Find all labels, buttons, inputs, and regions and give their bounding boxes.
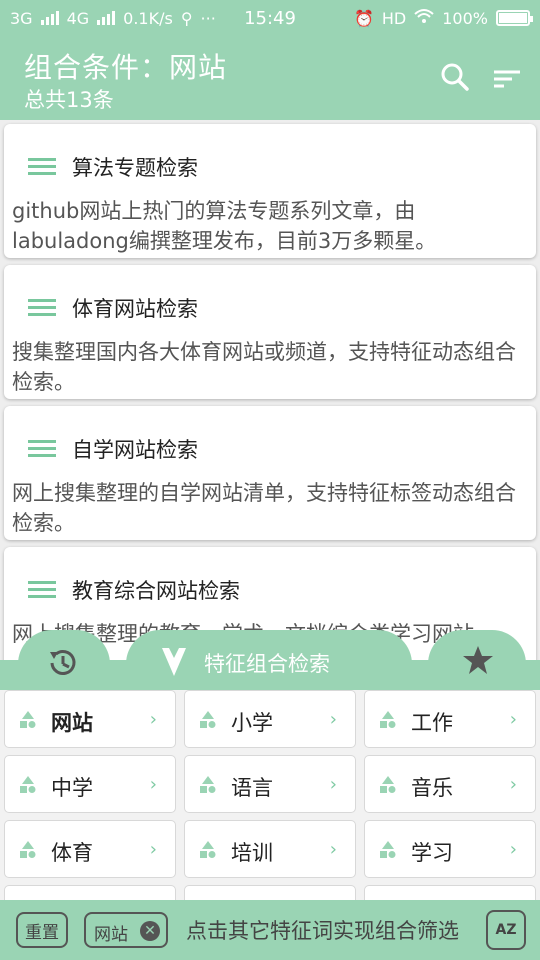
- feature-chip-label: 学习: [411, 841, 453, 865]
- signal-icon: [40, 11, 59, 25]
- category-icon: [200, 711, 216, 728]
- list-item[interactable]: 体育网站检索 搜集整理国内各大体育网站或频道，支持特征动态组合检索。: [4, 265, 536, 399]
- feature-chip-label: 网站: [51, 711, 93, 735]
- item-title: 算法专题检索: [72, 156, 198, 180]
- item-title: 体育网站检索: [72, 297, 198, 321]
- hd-label: HD: [381, 8, 407, 28]
- list-icon: [28, 299, 56, 317]
- network-3g-label: 3G: [10, 8, 33, 28]
- list-icon: [28, 440, 56, 458]
- filter-bar: 重置 网站 ✕ 点击其它特征词实现组合筛选 AZ: [0, 900, 540, 960]
- navigation-icon: [162, 648, 186, 676]
- chevron-right-icon: ›: [149, 839, 157, 860]
- feature-grid: 网站 › 小学 › 工作 › 中学 › 语言 › 音乐 › 体育 › 培训 › …: [0, 690, 540, 900]
- feature-chip-label: 音乐: [411, 776, 453, 800]
- feature-chip-label: 小学: [231, 711, 273, 735]
- category-icon: [20, 841, 36, 858]
- feature-chip[interactable]: 音乐 ›: [364, 755, 536, 813]
- result-count: 总共13条: [24, 88, 114, 112]
- star-icon: [463, 646, 493, 674]
- search-icon[interactable]: [440, 62, 470, 92]
- sort-az-button[interactable]: AZ: [486, 910, 526, 950]
- close-icon[interactable]: ✕: [140, 921, 160, 941]
- item-description: github网站上热门的算法专题系列文章，由labuladong编撰整理发布，目…: [12, 199, 437, 253]
- selected-tag-label: 网站: [94, 925, 128, 945]
- history-tab[interactable]: [18, 630, 110, 692]
- list-item[interactable]: 算法专题检索 github网站上热门的算法专题系列文章，由labuladong编…: [4, 124, 536, 258]
- tab-feature-search[interactable]: 特征组合检索: [126, 630, 412, 692]
- chevron-right-icon: ›: [149, 774, 157, 795]
- battery-icon: [496, 10, 533, 26]
- category-icon: [20, 776, 36, 793]
- usb-icon: ⚲: [180, 8, 193, 28]
- alarm-icon: ⏰: [353, 8, 374, 28]
- battery-percent: 100%: [442, 8, 488, 28]
- sort-menu-icon[interactable]: [492, 66, 522, 90]
- item-description: 搜集整理国内各大体育网站或频道，支持特征动态组合检索。: [12, 340, 516, 394]
- category-icon: [380, 711, 396, 728]
- category-icon: [200, 841, 216, 858]
- chevron-right-icon: ›: [509, 774, 517, 795]
- result-list[interactable]: 算法专题检索 github网站上热门的算法专题系列文章，由labuladong编…: [0, 120, 540, 660]
- feature-chip[interactable]: 小学 ›: [184, 690, 356, 748]
- feature-chip[interactable]: 网站 ›: [4, 690, 176, 748]
- list-icon: [28, 158, 56, 176]
- more-dots-icon: ···: [200, 8, 216, 28]
- feature-chip[interactable]: 体育 ›: [4, 820, 176, 878]
- chevron-right-icon: ›: [329, 709, 337, 730]
- feature-chip[interactable]: 培训 ›: [184, 820, 356, 878]
- feature-chip[interactable]: 学习 ›: [364, 820, 536, 878]
- chevron-right-icon: ›: [149, 709, 157, 730]
- selected-tag[interactable]: 网站 ✕: [84, 912, 168, 948]
- item-title: 自学网站检索: [72, 438, 198, 462]
- feature-chip[interactable]: [184, 885, 356, 900]
- feature-chip-label: 工作: [411, 711, 453, 735]
- chevron-right-icon: ›: [509, 709, 517, 730]
- chevron-right-icon: ›: [329, 774, 337, 795]
- history-icon: [50, 650, 76, 675]
- network-4g-label: 4G: [66, 8, 90, 28]
- feature-chip[interactable]: 中学 ›: [4, 755, 176, 813]
- filter-hint: 点击其它特征词实现组合筛选: [186, 919, 459, 943]
- signal-icon-2: [97, 11, 116, 25]
- wifi-icon: [414, 8, 434, 28]
- list-icon: [28, 581, 56, 599]
- app-header: 组合条件：网站 总共13条: [0, 36, 540, 120]
- reset-button[interactable]: 重置: [16, 912, 68, 948]
- item-title: 教育综合网站检索: [72, 579, 240, 603]
- feature-chip-label: 中学: [51, 776, 93, 800]
- feature-chip[interactable]: [4, 885, 176, 900]
- feature-chip[interactable]: 语言 ›: [184, 755, 356, 813]
- list-item[interactable]: 自学网站检索 网上搜集整理的自学网站清单，支持特征标签动态组合检索。: [4, 406, 536, 540]
- category-icon: [380, 776, 396, 793]
- net-speed: 0.1K/s: [123, 8, 173, 28]
- feature-tabs: 特征组合检索: [0, 630, 540, 692]
- status-bar: 3G 4G 0.1K/s ⚲ ··· 15:49 ⏰ HD 100%: [0, 0, 540, 36]
- feature-chip-label: 体育: [51, 841, 93, 865]
- chevron-right-icon: ›: [329, 839, 337, 860]
- chevron-right-icon: ›: [509, 839, 517, 860]
- feature-chip-label: 语言: [231, 776, 273, 800]
- feature-chip-label: 培训: [231, 841, 273, 865]
- category-icon: [380, 841, 396, 858]
- item-description: 网上搜集整理的自学网站清单，支持特征标签动态组合检索。: [12, 481, 516, 535]
- feature-chip[interactable]: [364, 885, 536, 900]
- tab-feature-search-label: 特征组合检索: [204, 652, 330, 676]
- feature-chip[interactable]: 工作 ›: [364, 690, 536, 748]
- category-icon: [200, 776, 216, 793]
- favorites-tab[interactable]: [428, 630, 526, 692]
- category-icon: [20, 711, 36, 728]
- page-title: 组合条件：网站: [24, 51, 228, 84]
